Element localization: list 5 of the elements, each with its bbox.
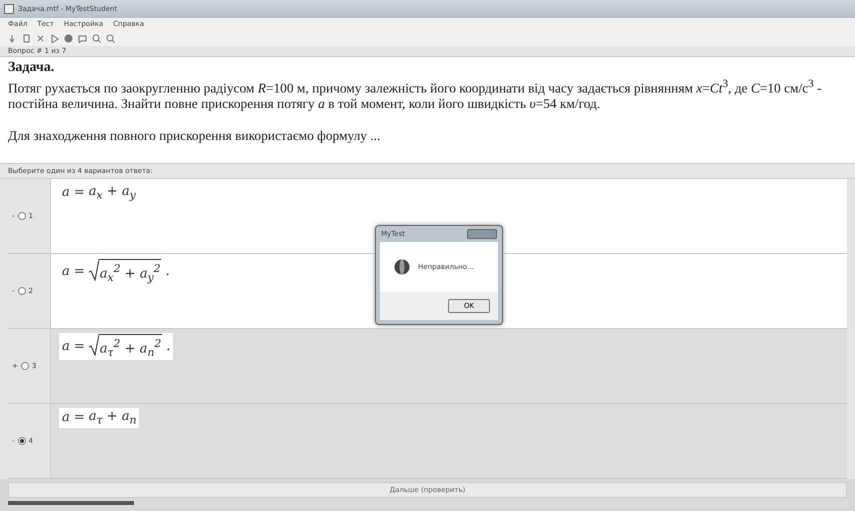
question-hint: Для знаходження повного прискорення використаємо формулу ... bbox=[8, 128, 382, 144]
formula: a = a$_{τ}$$^{2}$ + a$_{n}$$^{2}$ . bbox=[59, 333, 174, 360]
question-text: Потяг рухається по заокругленню радіусом R=100 м, причому залежність його координати від часу задається рівнянням x=Ct$^{3}$, де C=10 см/с$^{3}$ - постійна величина. Знайти повне прискорення потягу a в той момент, коли його швидкість υ=54 км/год. bbox=[8, 77, 823, 112]
formula: a = a$_{τ}$ + a$_{n}$ bbox=[59, 408, 140, 428]
question-title: Задача. bbox=[8, 60, 54, 75]
